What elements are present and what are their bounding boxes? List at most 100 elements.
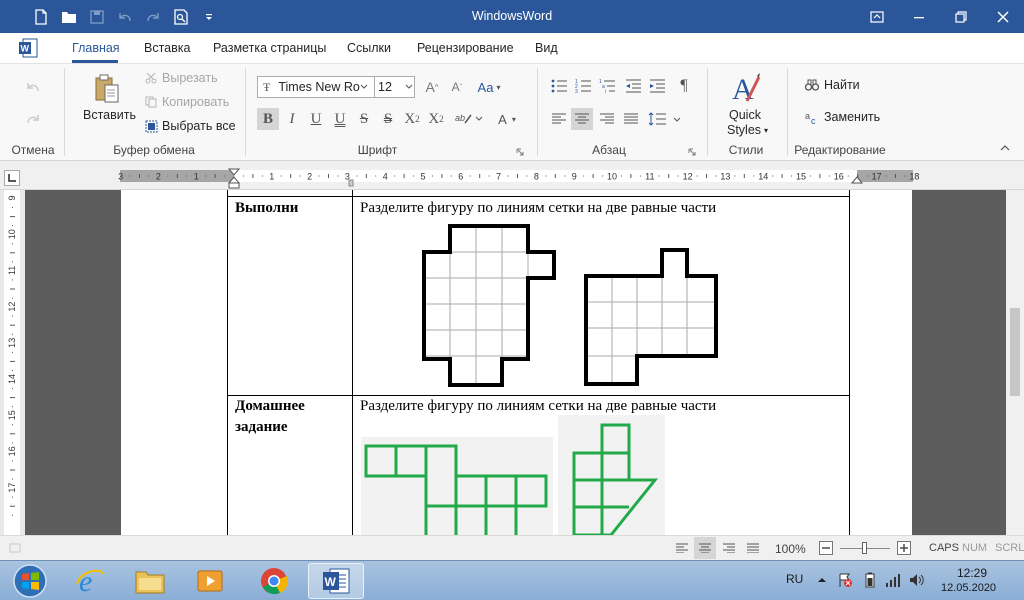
horizontal-ruler[interactable]: 3 2 1 1 2 3 4 5 6 7 8 9 10 11 12 13 14 15 16 17 18 — [0, 161, 1024, 190]
paragraph-dialog-launcher-icon[interactable] — [686, 146, 698, 158]
increase-indent-icon[interactable] — [648, 77, 666, 95]
double-strikethrough-icon[interactable]: S — [377, 108, 399, 130]
table-column-marker[interactable] — [348, 179, 354, 187]
ribbon-redo-icon[interactable] — [22, 110, 44, 128]
bold-icon[interactable]: B — [257, 108, 279, 130]
taskbar-chrome[interactable] — [246, 563, 302, 599]
quick-styles-button[interactable]: Styles ▾ — [727, 123, 768, 137]
start-button[interactable] — [2, 563, 58, 599]
find-button[interactable]: Найти — [804, 78, 860, 92]
font-size-select[interactable]: 12 — [374, 76, 415, 98]
caps-indicator: CAPS — [929, 542, 959, 554]
status-align-left-icon[interactable] — [673, 540, 691, 556]
cut-button[interactable]: Вырезать — [143, 71, 218, 85]
line-spacing-icon[interactable] — [646, 108, 682, 130]
collapse-ribbon-icon[interactable] — [998, 142, 1012, 154]
justify-icon[interactable] — [620, 108, 642, 130]
row2-task-text[interactable]: Разделите фигуру по линиям сетки на две … — [360, 398, 716, 415]
quick-styles-label-1[interactable]: Quick — [729, 108, 761, 122]
ribbon-display-icon[interactable] — [856, 0, 898, 33]
row1-task-text[interactable]: Разделите фигуру по линиям сетки на две … — [360, 200, 716, 217]
align-right-icon[interactable] — [596, 108, 618, 130]
action-center-flag-icon[interactable] — [836, 571, 854, 589]
zoom-slider-thumb[interactable] — [862, 542, 867, 554]
status-align-center-icon[interactable] — [694, 537, 716, 559]
input-language[interactable]: RU — [786, 572, 803, 586]
paste-icon[interactable] — [92, 72, 122, 106]
font-name-dropdown-icon[interactable] — [360, 84, 368, 90]
macro-record-icon[interactable] — [8, 541, 22, 555]
vertical-ruler-number: 14 — [7, 374, 17, 384]
shrink-font-icon[interactable]: Aˇ — [448, 77, 466, 97]
show-hidden-icons-icon[interactable] — [815, 573, 829, 587]
tab-view[interactable]: Вид — [535, 41, 558, 55]
highlight-icon[interactable]: ab — [452, 108, 486, 130]
multilevel-list-icon[interactable]: 1ai — [598, 77, 616, 95]
font-name-select[interactable]: Ŧ Times New Ror — [257, 76, 375, 98]
bullets-icon[interactable] — [550, 77, 568, 95]
zoom-out-icon[interactable] — [818, 540, 834, 556]
tab-references[interactable]: Ссылки — [347, 41, 391, 55]
volume-icon[interactable] — [908, 571, 926, 589]
tab-page-layout[interactable]: Разметка страницы — [213, 41, 326, 55]
taskbar-explorer[interactable] — [122, 563, 178, 599]
taskbar-media-player[interactable] — [182, 563, 238, 599]
quick-styles-label-2: Styles — [727, 123, 762, 137]
zoom-level[interactable]: 100% — [775, 542, 806, 556]
copy-label: Копировать — [162, 95, 230, 109]
close-icon[interactable] — [982, 0, 1024, 33]
green-figure-2-image[interactable] — [558, 415, 665, 535]
grow-font-icon[interactable]: A ^ — [423, 77, 441, 97]
title-bar: WindowsWord — [0, 0, 1024, 33]
underline-icon[interactable]: U — [305, 108, 327, 130]
ruler-number: 8 — [534, 172, 539, 182]
tab-insert[interactable]: Вставка — [144, 41, 190, 55]
taskbar-internet-explorer[interactable]: e — [62, 563, 118, 599]
select-all-button[interactable]: Выбрать все — [143, 119, 236, 133]
scrollbar-thumb[interactable] — [1010, 308, 1020, 396]
vertical-ruler[interactable]: 9 10 11 12 13 14 15 16 17 — [4, 190, 20, 535]
show-formatting-icon[interactable]: ¶ — [675, 77, 693, 95]
cut-label: Вырезать — [162, 71, 218, 85]
align-left-icon[interactable] — [548, 108, 570, 130]
superscript-icon[interactable]: X2 — [425, 108, 447, 130]
double-underline-icon[interactable]: U — [329, 108, 351, 130]
network-signal-icon[interactable] — [884, 571, 902, 589]
paste-button[interactable]: Вставить — [83, 108, 136, 122]
status-align-right-icon[interactable] — [720, 540, 738, 556]
copy-button[interactable]: Копировать — [143, 95, 229, 109]
font-size-dropdown-icon[interactable] — [405, 84, 413, 90]
replace-button[interactable]: ac Заменить — [804, 110, 880, 124]
battery-icon[interactable] — [862, 571, 878, 589]
zoom-in-icon[interactable] — [896, 540, 912, 556]
green-figure-1-image[interactable] — [361, 437, 553, 535]
minimize-icon[interactable] — [898, 0, 940, 33]
align-center-icon[interactable] — [571, 108, 593, 130]
change-case-icon[interactable]: Aa ▾ — [474, 77, 504, 97]
ruler-number: 9 — [572, 172, 577, 182]
vertical-ruler-number: 10 — [7, 229, 17, 239]
word-app-icon[interactable]: W — [18, 38, 38, 58]
tab-home[interactable]: Главная — [72, 41, 120, 55]
ribbon-undo-icon[interactable] — [22, 78, 44, 96]
font-color-icon[interactable]: A ▾ — [492, 108, 522, 130]
strikethrough-icon[interactable]: S — [353, 108, 375, 130]
svg-text:i: i — [605, 89, 606, 93]
status-justify-icon[interactable] — [744, 540, 762, 556]
quick-styles-icon[interactable]: A — [730, 70, 762, 104]
clock-time[interactable]: 12:29 — [957, 566, 987, 580]
taskbar-word[interactable]: W — [308, 563, 364, 599]
restore-icon[interactable] — [940, 0, 982, 33]
ruler-number: 16 — [834, 172, 844, 182]
tab-review[interactable]: Рецензирование — [417, 41, 514, 55]
subscript-icon[interactable]: X2 — [401, 108, 423, 130]
font-dialog-launcher-icon[interactable] — [514, 146, 526, 158]
clock-date[interactable]: 12.05.2020 — [941, 582, 996, 594]
vertical-ruler-number: 11 — [7, 266, 17, 275]
vertical-scrollbar[interactable] — [1006, 190, 1024, 535]
decrease-indent-icon[interactable] — [624, 77, 642, 95]
italic-icon[interactable]: I — [281, 108, 303, 130]
numbering-icon[interactable]: 123 — [574, 77, 592, 95]
left-indent-marker[interactable] — [228, 182, 240, 189]
ruler-number: 4 — [383, 172, 388, 182]
